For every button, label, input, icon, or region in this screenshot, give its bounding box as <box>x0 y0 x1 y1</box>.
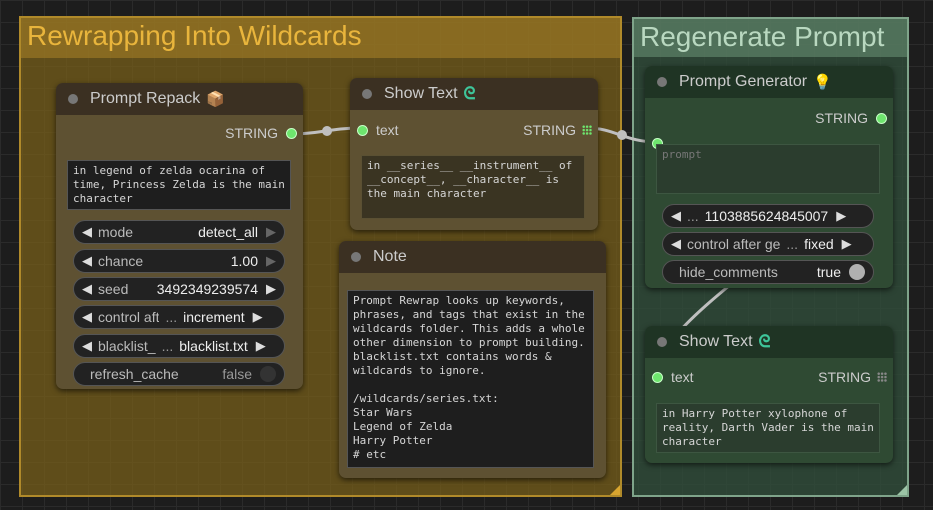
output-slot-string[interactable]: STRING <box>818 369 887 385</box>
refresh-cache-toggle[interactable]: refresh_cache false <box>73 362 285 386</box>
arrow-right-icon[interactable]: ▶ <box>836 208 846 224</box>
output-label: STRING <box>818 369 871 385</box>
ellipsis: ... <box>165 309 178 325</box>
widget-value: 1.00 <box>230 253 258 269</box>
arrow-left-icon[interactable]: ◀ <box>82 253 92 269</box>
input-slot-text[interactable]: text <box>357 122 399 138</box>
widget-label: control aft <box>98 309 160 325</box>
toggle-knob-icon[interactable] <box>260 366 276 382</box>
arrow-left-icon[interactable]: ◀ <box>671 236 681 252</box>
widget-value: 1103885624845007 <box>704 208 829 224</box>
node-prompt-generator[interactable]: Prompt Generator 💡 STRING prompt ◀ ... 1… <box>645 66 893 288</box>
output-slot-dot[interactable] <box>876 112 887 124</box>
swirl-icon: ᘓ <box>463 84 476 103</box>
collapse-toggle-icon[interactable] <box>351 252 361 262</box>
input-slot-text[interactable]: text <box>652 369 694 385</box>
node-show-text[interactable]: Show Text ᘓ text STRING in __series__ __… <box>350 78 598 230</box>
node-title: Show Text <box>384 85 458 102</box>
input-slot-dot[interactable] <box>357 124 368 136</box>
node-title: Prompt Generator <box>679 73 808 90</box>
output-slot-dot[interactable] <box>286 127 297 139</box>
widget-value: false <box>222 366 252 382</box>
output-label: STRING <box>523 122 576 138</box>
toggle-knob-icon[interactable] <box>849 264 865 280</box>
arrow-right-icon[interactable]: ▶ <box>842 236 852 252</box>
output-label: STRING <box>225 125 278 141</box>
widget-label: mode <box>98 224 134 240</box>
arrow-right-icon[interactable]: ▶ <box>256 338 266 354</box>
collapse-toggle-icon[interactable] <box>657 337 667 347</box>
ellipsis: ... <box>161 338 174 354</box>
node-header[interactable]: Note <box>339 241 606 273</box>
collapse-toggle-icon[interactable] <box>68 94 78 104</box>
grid-list-icon[interactable] <box>877 372 887 382</box>
widget-value: fixed <box>804 236 834 252</box>
widget-label: blacklist_ <box>98 338 156 354</box>
arrow-left-icon[interactable]: ◀ <box>671 208 681 224</box>
arrow-left-icon[interactable]: ◀ <box>82 281 92 297</box>
output-slot-string[interactable]: STRING <box>523 122 592 138</box>
text-display[interactable]: in __series__ __instrument__ of __concep… <box>361 155 585 219</box>
node-note[interactable]: Note Prompt Rewrap looks up keywords, ph… <box>339 241 606 478</box>
arrow-right-icon[interactable]: ▶ <box>266 253 276 269</box>
swirl-icon: ᘓ <box>758 332 771 351</box>
input-label: text <box>671 369 694 385</box>
wire-midpoint <box>322 126 332 136</box>
arrow-left-icon[interactable]: ◀ <box>82 309 92 325</box>
node-title: Note <box>373 248 407 265</box>
prompt-textarea[interactable]: prompt <box>656 144 880 194</box>
widget-label: seed <box>98 281 129 297</box>
mode-combo[interactable]: ◀ mode detect_all ▶ <box>73 220 285 244</box>
arrow-left-icon[interactable]: ◀ <box>82 224 92 240</box>
widget-label: hide_comments <box>679 264 778 280</box>
ellipsis: ... <box>786 236 799 252</box>
wire-midpoint <box>617 130 627 140</box>
input-slot-dot[interactable] <box>652 371 663 383</box>
note-textarea[interactable]: Prompt Rewrap looks up keywords, phrases… <box>347 290 594 468</box>
widget-label: refresh_cache <box>90 366 179 382</box>
prompt-textarea[interactable]: in legend of zelda ocarina of time, Prin… <box>67 160 291 210</box>
lightbulb-icon: 💡 <box>813 74 832 91</box>
seed-number[interactable]: ◀ ... 1103885624845007 ▶ <box>662 204 874 228</box>
arrow-right-icon[interactable]: ▶ <box>266 281 276 297</box>
node-title: Show Text <box>679 333 753 350</box>
blacklist-combo[interactable]: ◀ blacklist_ ... blacklist.txt ▶ <box>73 334 285 358</box>
input-label: text <box>376 122 399 138</box>
output-slot-string[interactable]: STRING <box>225 125 297 141</box>
seed-number[interactable]: ◀ seed 3492349239574 ▶ <box>73 277 285 301</box>
hide-comments-toggle[interactable]: hide_comments true <box>662 260 874 284</box>
node-show-text-2[interactable]: Show Text ᘓ text STRING in Harry Potter … <box>645 326 893 463</box>
output-label: STRING <box>815 110 868 126</box>
text-display[interactable]: in Harry Potter xylophone of reality, Da… <box>656 403 880 453</box>
widget-label: chance <box>98 253 144 269</box>
widget-value: increment <box>183 309 245 325</box>
collapse-toggle-icon[interactable] <box>657 77 667 87</box>
chance-number[interactable]: ◀ chance 1.00 ▶ <box>73 249 285 273</box>
node-prompt-repack[interactable]: Prompt Repack 📦 STRING in legend of zeld… <box>56 83 303 389</box>
package-icon: 📦 <box>206 91 225 108</box>
control-after-generate-combo[interactable]: ◀ control after ge ... fixed ▶ <box>662 232 874 256</box>
arrow-right-icon[interactable]: ▶ <box>253 309 263 325</box>
arrow-left-icon[interactable]: ◀ <box>82 338 92 354</box>
collapse-toggle-icon[interactable] <box>362 89 372 99</box>
widget-value: 3492349239574 <box>156 281 258 297</box>
node-title: Prompt Repack <box>90 90 201 107</box>
ellipsis: ... <box>687 208 699 224</box>
node-header[interactable]: Show Text ᘓ <box>645 326 893 358</box>
widget-label: control after ge <box>687 236 781 252</box>
node-header[interactable]: Show Text ᘓ <box>350 78 598 110</box>
node-header[interactable]: Prompt Repack 📦 <box>56 83 303 115</box>
widget-value: detect_all <box>198 224 258 240</box>
control-after-generate-combo[interactable]: ◀ control aft ... increment ▶ <box>73 305 285 329</box>
arrow-right-icon[interactable]: ▶ <box>266 224 276 240</box>
grid-list-icon[interactable] <box>582 125 592 135</box>
output-slot-string[interactable]: STRING <box>815 110 887 126</box>
widget-value: blacklist.txt <box>179 338 248 354</box>
node-header[interactable]: Prompt Generator 💡 <box>645 66 893 98</box>
widget-value: true <box>816 264 841 280</box>
